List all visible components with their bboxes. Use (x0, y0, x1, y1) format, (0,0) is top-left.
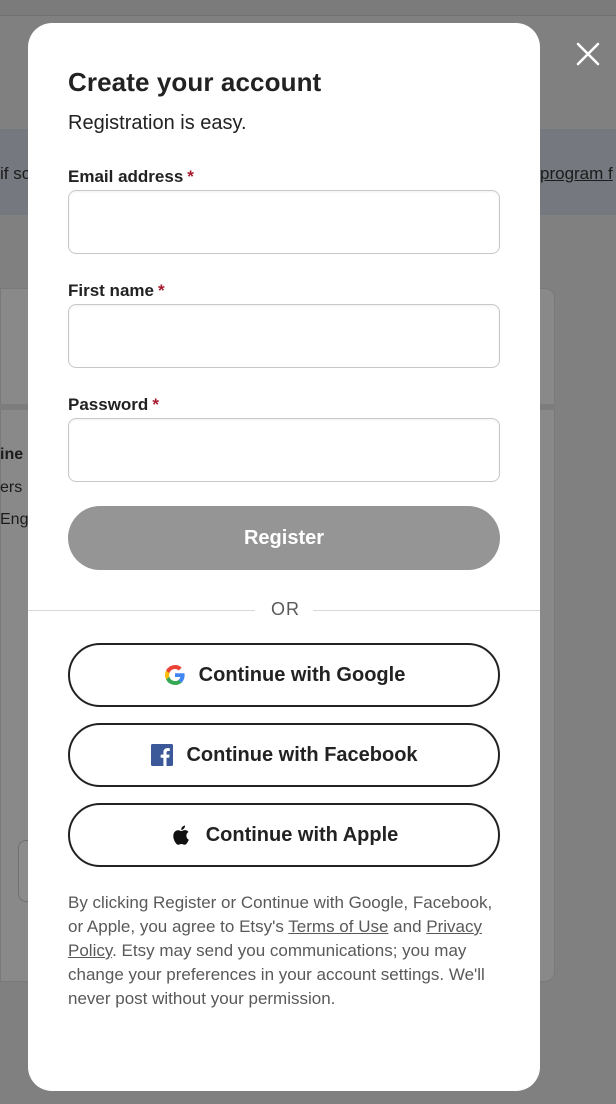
apple-button-label: Continue with Apple (205, 823, 399, 846)
or-divider-line (28, 610, 255, 611)
password-label: Password * (68, 395, 159, 415)
continue-with-apple-button[interactable]: Continue with Apple (68, 803, 500, 867)
or-divider-line (313, 610, 540, 611)
continue-with-facebook-button[interactable]: Continue with Facebook (68, 723, 500, 787)
legal-text-part: and (388, 917, 427, 936)
required-mark: * (157, 281, 165, 300)
register-button[interactable]: Register (68, 506, 500, 570)
password-label-text: Password (68, 395, 149, 414)
required-mark: * (187, 167, 194, 186)
email-field[interactable] (68, 190, 500, 254)
or-divider-text: OR (271, 599, 300, 619)
google-button-label: Continue with Google (198, 663, 406, 686)
register-modal: Create your account Registration is easy… (28, 23, 540, 1091)
modal-title: Create your account (68, 67, 322, 97)
first-name-label: First name * (68, 281, 165, 301)
google-icon (163, 663, 187, 687)
first-name-field[interactable] (68, 304, 500, 368)
password-field[interactable] (68, 418, 500, 482)
required-mark: * (152, 395, 159, 414)
facebook-icon (150, 743, 174, 767)
terms-of-use-link[interactable]: Terms of Use (288, 917, 388, 936)
close-icon (576, 42, 600, 66)
close-button[interactable] (572, 38, 604, 70)
email-label: Email address * (68, 167, 194, 187)
email-label-text: Email address (68, 167, 184, 186)
continue-with-google-button[interactable]: Continue with Google (68, 643, 500, 707)
facebook-button-label: Continue with Facebook (186, 743, 418, 766)
apple-icon (170, 823, 194, 847)
first-name-label-text: First name (68, 281, 154, 300)
modal-subtitle: Registration is easy. (68, 112, 247, 134)
legal-text: By clicking Register or Continue with Go… (68, 891, 508, 1011)
legal-text-part: . Etsy may send you communications; you … (68, 941, 485, 1008)
